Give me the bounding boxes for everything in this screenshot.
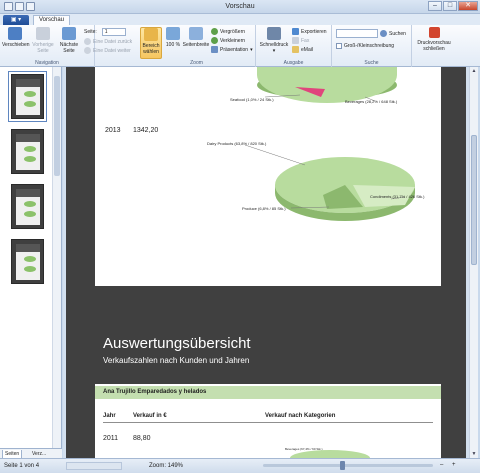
page-2-chart — [290, 450, 370, 458]
preview-area[interactable]: Seafood (1,0% / 24 Stk.) Beverages (28,2… — [63, 67, 469, 458]
ribbon: Verschieben Vorherige Seite Nächste Seit… — [0, 25, 480, 67]
thumbnail-page-4[interactable] — [11, 239, 44, 284]
fax-button[interactable]: Fax — [292, 37, 309, 44]
back-icon — [84, 38, 91, 45]
export-icon — [292, 28, 299, 35]
pie-label-produce: Produce (6,8% / 85 Stk.) — [242, 206, 286, 211]
chevron-down-icon: ▾ — [250, 46, 253, 53]
group-output: Schnelldruck ▾ Exportieren Fax eMail Aus… — [256, 25, 332, 67]
search-input[interactable] — [336, 29, 378, 38]
footer-printed-date: Gedruckt am Mittwoch, 11. Juli 2012 um 1… — [95, 239, 218, 245]
zoom-out-icon — [211, 37, 218, 44]
preview-page-2: Auswertungsübersicht Verkaufszahlen nach… — [66, 286, 466, 458]
page-width-icon — [189, 27, 203, 40]
zoom-in-icon — [211, 28, 218, 35]
scroll-up-icon[interactable]: ▲ — [470, 67, 478, 75]
pie-chart-top — [257, 67, 397, 103]
presentation-icon — [211, 46, 218, 53]
report-title: Auswertungsübersicht — [103, 335, 251, 352]
presentation-button[interactable]: Präsentation ▾ — [211, 46, 253, 53]
scroll-down-icon[interactable]: ▼ — [470, 450, 478, 458]
pie-label-condiments: Condiments (31,7% / 426 Stk.) — [370, 194, 425, 199]
quick-print-button[interactable]: Schnelldruck ▾ — [258, 27, 290, 59]
zoom-in-small-icon[interactable]: + — [452, 462, 456, 468]
pie-label-dairy: Dairy Products (63,8% / 820 Stk.) — [207, 141, 267, 146]
select-area-button[interactable]: Bereich wählen — [140, 27, 162, 59]
scrollbar-thumb[interactable] — [471, 135, 477, 265]
group-zoom: Bereich wählen 100 % Seitenbreite Vergrö… — [138, 25, 256, 67]
zoom-slider-thumb[interactable] — [340, 461, 345, 470]
thumbnail-page-2[interactable] — [11, 129, 44, 174]
vertical-scrollbar[interactable]: ▲ ▼ — [469, 67, 478, 458]
page-label: Seite: — [84, 29, 97, 35]
report-subtitle: Verkaufszahlen nach Kunden und Jahren — [103, 356, 250, 365]
status-page: Seite 1 von 4 — [4, 463, 40, 469]
maximize-button[interactable]: □ — [443, 1, 457, 11]
zoom-out-small-icon[interactable]: – — [440, 462, 443, 468]
next-page-icon — [62, 27, 76, 40]
close-preview-icon — [428, 27, 440, 38]
move-icon — [8, 27, 22, 40]
select-area-icon — [144, 28, 158, 41]
amount-2013: 1342,20 — [133, 127, 159, 134]
status-bar: Seite 1 von 4 Zoom: 149% – + — [0, 458, 480, 473]
title-bar: Vorschau – □ ✕ — [0, 0, 480, 14]
ribbon-tab-row: ▣ ▾ Vorschau — [0, 14, 480, 25]
close-window-button[interactable]: ✕ — [458, 1, 478, 11]
prev-page-icon — [36, 27, 50, 40]
email-icon — [292, 46, 299, 53]
search-button[interactable]: Suchen — [389, 31, 406, 37]
window-title: Vorschau — [225, 3, 255, 10]
search-icon[interactable] — [380, 30, 387, 37]
tab-index[interactable]: Verz... — [30, 450, 48, 458]
move-button[interactable]: Verschieben — [2, 27, 30, 59]
group-search: Suchen Groß-/Kleinschreibung Suche — [332, 25, 412, 67]
page-width-button[interactable]: Seitenbreite — [182, 27, 210, 59]
tab-vorschau[interactable]: Vorschau — [33, 15, 71, 25]
case-sensitive-checkbox[interactable] — [336, 43, 342, 49]
page-2-paper: Ana Trujillo Emparedados y helados Jahr … — [95, 384, 441, 458]
group-close: Druckvorschau schließen — [412, 25, 456, 67]
page-1-paper: Seafood (1,0% / 24 Stk.) Beverages (28,2… — [95, 67, 441, 298]
email-button[interactable]: eMail — [292, 46, 313, 53]
export-button[interactable]: Exportieren — [292, 28, 327, 35]
app-menu-button[interactable]: ▣ ▾ — [3, 15, 29, 25]
group-navigation: Verschieben Vorherige Seite Nächste Seit… — [0, 25, 95, 67]
thumbnail-page-3[interactable] — [11, 184, 44, 229]
page-number-input[interactable]: 1 — [101, 28, 126, 36]
zoom-slider-track[interactable] — [263, 464, 433, 467]
status-zoom: Zoom: 149% — [149, 463, 184, 469]
minimize-button[interactable]: – — [428, 1, 442, 11]
forward-icon — [84, 47, 91, 54]
thumbnail-page-1[interactable] — [8, 71, 47, 122]
zoom-in-button[interactable]: Vergrößern — [211, 28, 245, 35]
prev-page-button[interactable]: Vorherige Seite — [30, 27, 56, 59]
pie-label-seafood: Seafood (1,0% / 24 Stk.) — [230, 97, 274, 102]
thumbnail-pane: Seiten Verz... — [0, 67, 62, 459]
zoom-100-button[interactable]: 100 % — [164, 27, 182, 59]
horizontal-scrollbar[interactable] — [66, 462, 122, 470]
group-navigation-page: Seite: 1 Eine Datei zurück Eine Datei wei… — [82, 25, 136, 67]
zoom-out-button[interactable]: Verkleinern — [211, 37, 245, 44]
year-2013: 2013 — [105, 127, 121, 134]
close-preview-button[interactable]: Druckvorschau schließen — [414, 27, 454, 59]
next-page-button[interactable]: Nächste Seite — [58, 27, 80, 59]
thumbnail-scrollbar[interactable] — [52, 67, 61, 458]
file-back-button[interactable]: Eine Datei zurück — [84, 38, 132, 45]
file-forward-button[interactable]: Eine Datei weiter — [84, 47, 131, 54]
footer-page-number: Seite 1 von 4 — [95, 231, 125, 237]
fax-icon — [292, 37, 299, 44]
quick-print-icon — [267, 27, 281, 40]
zoom100-icon — [166, 27, 180, 40]
pie-label-beverages: Beverages (28,2% / 648 Stk.) — [345, 99, 398, 104]
